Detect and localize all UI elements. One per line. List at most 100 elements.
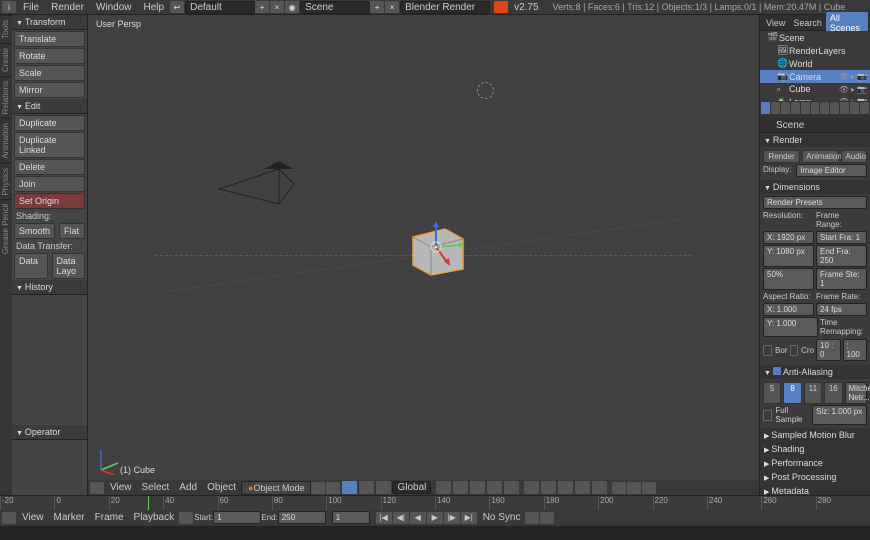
- duplicate-linked-button[interactable]: Duplicate Linked: [14, 132, 85, 158]
- frame-step-field[interactable]: Frame Ste: 1: [816, 268, 867, 290]
- remap-new-field[interactable]: : 100: [843, 339, 868, 361]
- dimensions-panel-header[interactable]: Dimensions: [760, 180, 870, 194]
- start-frame-field[interactable]: 1: [213, 511, 261, 524]
- scale-button[interactable]: Scale: [14, 65, 85, 81]
- layers-tab-icon[interactable]: [771, 102, 780, 114]
- outliner-item-renderlayers[interactable]: 🖼RenderLayers: [760, 44, 870, 57]
- history-panel-header[interactable]: History: [12, 280, 87, 295]
- marker-menu[interactable]: Marker: [49, 511, 90, 524]
- tool-tab-tools[interactable]: Tools: [0, 15, 12, 43]
- data-button[interactable]: Data: [14, 253, 48, 279]
- remap-old-field[interactable]: 10 : 0: [816, 339, 841, 361]
- aspect-y-field[interactable]: Y: 1.000: [763, 317, 818, 337]
- keying-set-icon[interactable]: [540, 512, 554, 524]
- edit-panel-header[interactable]: Edit: [12, 99, 87, 114]
- object-tab-icon[interactable]: [801, 102, 810, 114]
- playhead[interactable]: [148, 496, 149, 510]
- select-menu[interactable]: Select: [137, 481, 175, 494]
- layer-button[interactable]: [487, 481, 502, 494]
- transform-panel-header[interactable]: Transform: [12, 15, 87, 30]
- range-icon[interactable]: [179, 512, 193, 524]
- duplicate-button[interactable]: Duplicate: [14, 115, 85, 131]
- view-menu[interactable]: View: [17, 511, 49, 524]
- delete-button[interactable]: Delete: [14, 159, 85, 175]
- modifier-tab-icon[interactable]: [820, 102, 829, 114]
- camera-object[interactable]: [209, 159, 299, 219]
- editor-type-icon[interactable]: i: [2, 1, 16, 13]
- del-layout-icon[interactable]: ×: [270, 1, 284, 13]
- res-x-field[interactable]: X: 1920 px: [763, 231, 814, 244]
- tool-tab-physics[interactable]: Physics: [0, 163, 12, 200]
- translate-button[interactable]: Translate: [14, 31, 85, 47]
- physics-tab-icon[interactable]: [860, 102, 869, 114]
- aa-16-button[interactable]: 16: [824, 382, 842, 404]
- texture-tab-icon[interactable]: [850, 102, 859, 114]
- lamp-object[interactable]: [477, 82, 494, 99]
- timeline-ruler[interactable]: -200204060801001201401601802002202402602…: [0, 496, 870, 510]
- end-frame-field[interactable]: End Fra: 250: [816, 245, 867, 267]
- layer-button[interactable]: [592, 481, 607, 494]
- current-frame-field[interactable]: 1: [332, 511, 370, 524]
- menu-file[interactable]: File: [17, 1, 45, 14]
- playback-menu[interactable]: Playback: [129, 511, 180, 524]
- outliner-item-world[interactable]: 🌐World: [760, 57, 870, 70]
- next-keyframe-button[interactable]: |▶: [444, 512, 460, 524]
- outliner[interactable]: 🎬Scene🖼RenderLayers🌐World📷Camera👁▸📷▫Cube…: [760, 31, 870, 101]
- render-panel-header[interactable]: Render: [760, 133, 870, 147]
- end-frame-field[interactable]: 250: [278, 511, 326, 524]
- snap-icon[interactable]: [612, 482, 626, 494]
- back-icon[interactable]: ↩: [170, 1, 184, 13]
- layer-button[interactable]: [558, 481, 573, 494]
- audio-button[interactable]: Audio: [841, 150, 867, 163]
- tool-tab-create[interactable]: Create: [0, 43, 12, 76]
- layer-button[interactable]: [575, 481, 590, 494]
- menu-help[interactable]: Help: [138, 1, 171, 14]
- tool-tab-grease pencil[interactable]: Grease Pencil: [0, 199, 12, 258]
- autokey-icon[interactable]: [525, 512, 539, 524]
- border-checkbox[interactable]: [763, 345, 772, 356]
- shading-panel-header[interactable]: Shading: [760, 442, 870, 456]
- orientation-selector[interactable]: Global: [392, 481, 431, 494]
- add-scene-icon[interactable]: +: [370, 1, 384, 13]
- rotate-button[interactable]: Rotate: [14, 48, 85, 64]
- fps-selector[interactable]: 24 fps: [816, 303, 867, 316]
- scene-icon[interactable]: ◉: [285, 1, 299, 13]
- aa-5-button[interactable]: 5: [763, 382, 781, 404]
- aa-size-field[interactable]: Siz: 1.000 px: [812, 405, 867, 425]
- render-tab-icon[interactable]: [761, 102, 770, 114]
- pivot-icon[interactable]: [326, 482, 340, 494]
- flat-button[interactable]: Flat: [59, 223, 85, 239]
- object-menu[interactable]: Object: [202, 481, 241, 494]
- operator-panel-header[interactable]: Operator: [12, 425, 87, 440]
- view-menu[interactable]: View: [762, 18, 789, 28]
- world-tab-icon[interactable]: [791, 102, 800, 114]
- translate-manip-button[interactable]: [342, 481, 357, 494]
- tool-tab-relations[interactable]: Relations: [0, 76, 12, 118]
- smb-panel-header[interactable]: Sampled Motion Blur: [760, 428, 870, 442]
- post-panel-header[interactable]: Post Processing: [760, 470, 870, 484]
- sync-selector[interactable]: No Sync: [483, 512, 521, 523]
- aa-panel-header[interactable]: Anti-Aliasing: [760, 365, 870, 379]
- scene-selector[interactable]: Scene: [300, 1, 370, 14]
- menu-window[interactable]: Window: [90, 1, 138, 14]
- prev-keyframe-button[interactable]: ◀|: [393, 512, 409, 524]
- layer-button[interactable]: [504, 481, 519, 494]
- layer-button[interactable]: [453, 481, 468, 494]
- performance-panel-header[interactable]: Performance: [760, 456, 870, 470]
- crop-checkbox[interactable]: [790, 345, 799, 356]
- scene-tab-icon[interactable]: [781, 102, 790, 114]
- rotate-manip-button[interactable]: [359, 481, 374, 494]
- aa-11-button[interactable]: 11: [804, 382, 822, 404]
- constraint-tab-icon[interactable]: [811, 102, 820, 114]
- jump-end-button[interactable]: ▶|: [461, 512, 477, 524]
- display-selector[interactable]: Image Editor: [796, 164, 867, 177]
- layer-button[interactable]: [524, 481, 539, 494]
- scale-manip-button[interactable]: [376, 481, 391, 494]
- res-pct-field[interactable]: 50%: [763, 268, 814, 290]
- search-menu[interactable]: Search: [789, 18, 826, 28]
- del-scene-icon[interactable]: ×: [385, 1, 399, 13]
- outliner-item-cube[interactable]: ▫Cube👁▸📷: [760, 83, 870, 95]
- add-layout-icon[interactable]: +: [255, 1, 269, 13]
- editor-type-icon[interactable]: [2, 512, 16, 524]
- 3d-viewport[interactable]: User Persp (1) Cube View Select Add Obje…: [88, 15, 759, 495]
